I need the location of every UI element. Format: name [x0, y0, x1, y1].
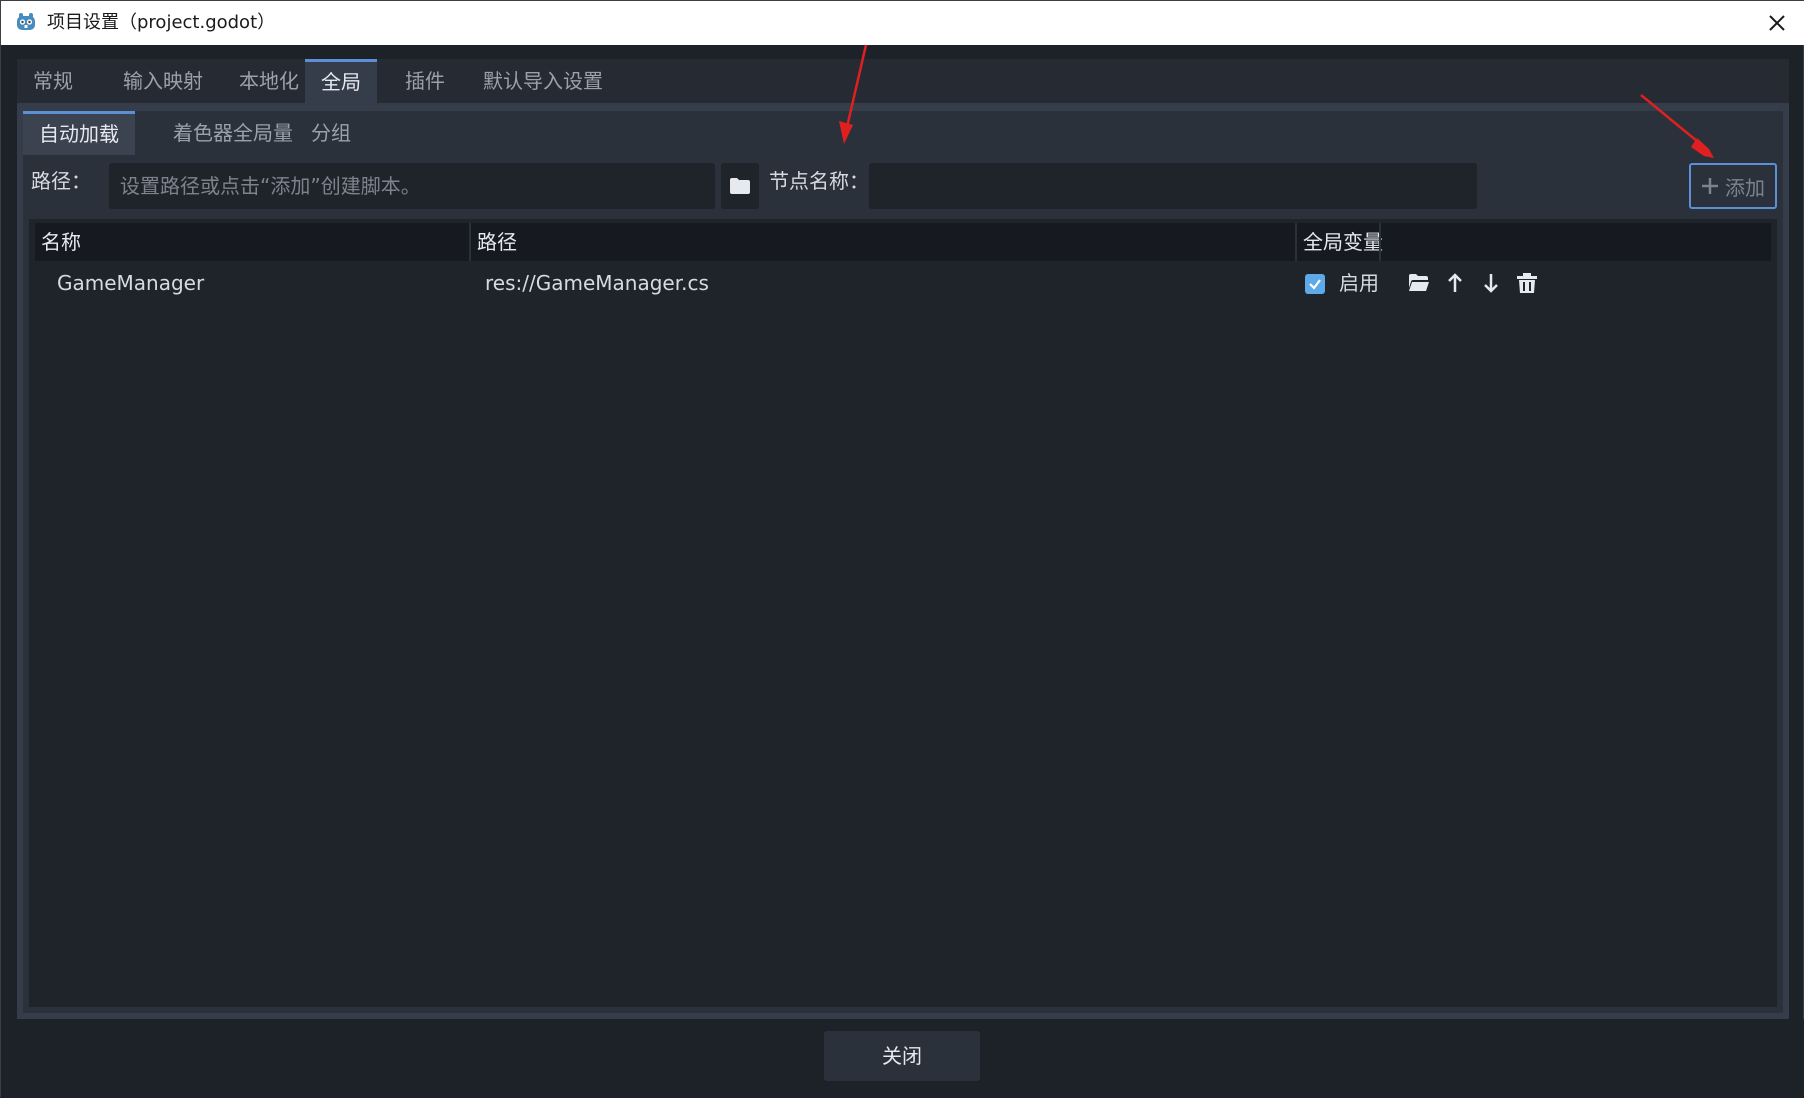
column-header-global[interactable]: 全局变量	[1303, 223, 1383, 261]
sub-tab-bar: 自动加载 着色器全局量 分组	[23, 111, 1783, 155]
add-button[interactable]: 添加	[1689, 163, 1777, 209]
move-up-button[interactable]	[1443, 271, 1467, 295]
node-name-input[interactable]	[869, 163, 1477, 209]
table-row[interactable]: GameManager res://GameManager.cs 启用	[35, 261, 1771, 305]
autoload-name[interactable]: GameManager	[57, 261, 204, 305]
tab-plugins[interactable]: 插件	[389, 59, 461, 103]
checkmark-icon	[1309, 279, 1321, 290]
godot-icon	[17, 13, 35, 30]
tab-shader-globals[interactable]: 着色器全局量	[157, 111, 309, 155]
tab-import-defaults[interactable]: 默认导入设置	[467, 59, 619, 103]
open-script-button[interactable]	[1407, 271, 1431, 295]
autoload-content: 路径： 设置路径或点击“添加”创建脚本。 节点名称： 添加 名称 路径 全局变量…	[23, 155, 1783, 1013]
add-button-label: 添加	[1725, 175, 1765, 200]
autoload-path[interactable]: res://GameManager.cs	[485, 261, 709, 305]
close-icon[interactable]	[1763, 9, 1791, 37]
folder-icon	[730, 178, 750, 194]
column-header-path[interactable]: 路径	[477, 223, 517, 261]
main-tab-bar: 常规 输入映射 本地化 全局 插件 默认导入设置	[17, 59, 1789, 103]
tab-autoload[interactable]: 自动加载	[23, 111, 135, 155]
open-folder-icon	[1409, 274, 1429, 291]
path-placeholder: 设置路径或点击“添加”创建脚本。	[120, 174, 421, 198]
tab-input-map[interactable]: 输入映射	[107, 59, 219, 103]
arrow-up-icon	[1448, 273, 1462, 292]
table-header: 名称 路径 全局变量	[35, 223, 1771, 261]
column-header-name[interactable]: 名称	[41, 223, 81, 261]
column-divider	[1379, 223, 1381, 261]
arrow-down-icon	[1484, 274, 1498, 293]
trash-icon	[1517, 273, 1537, 293]
column-divider	[469, 223, 471, 261]
tab-general[interactable]: 常规	[17, 59, 89, 103]
column-divider	[1295, 223, 1297, 261]
window-title: 项目设置（project.godot）	[47, 12, 276, 33]
autoload-form: 路径： 设置路径或点击“添加”创建脚本。 节点名称： 添加	[23, 155, 1783, 215]
path-label: 路径：	[31, 169, 91, 193]
tab-globals[interactable]: 全局	[305, 59, 377, 103]
globals-panel: 自动加载 着色器全局量 分组 路径： 设置路径或点击“添加”创建脚本。 节点名称…	[17, 103, 1789, 1019]
dialog-footer: 关闭	[1, 1019, 1804, 1098]
delete-button[interactable]	[1515, 271, 1539, 295]
plus-icon	[1702, 178, 1718, 194]
title-bar[interactable]: 项目设置（project.godot）	[1, 1, 1804, 45]
tab-groups[interactable]: 分组	[295, 111, 367, 155]
global-enable-checkbox[interactable]	[1305, 274, 1325, 294]
move-down-button[interactable]	[1479, 271, 1503, 295]
node-name-label: 节点名称：	[769, 169, 869, 193]
path-input[interactable]: 设置路径或点击“添加”创建脚本。	[109, 163, 715, 209]
autoload-table: 名称 路径 全局变量 GameManager res://GameManager…	[29, 219, 1777, 1007]
tab-localization[interactable]: 本地化	[223, 59, 315, 103]
global-enable-label: 启用	[1339, 271, 1379, 295]
project-settings-window: 项目设置（project.godot） 常规 输入映射 本地化 全局 插件 默认…	[0, 0, 1804, 1098]
close-button[interactable]: 关闭	[824, 1031, 980, 1081]
browse-folder-button[interactable]	[721, 163, 759, 209]
